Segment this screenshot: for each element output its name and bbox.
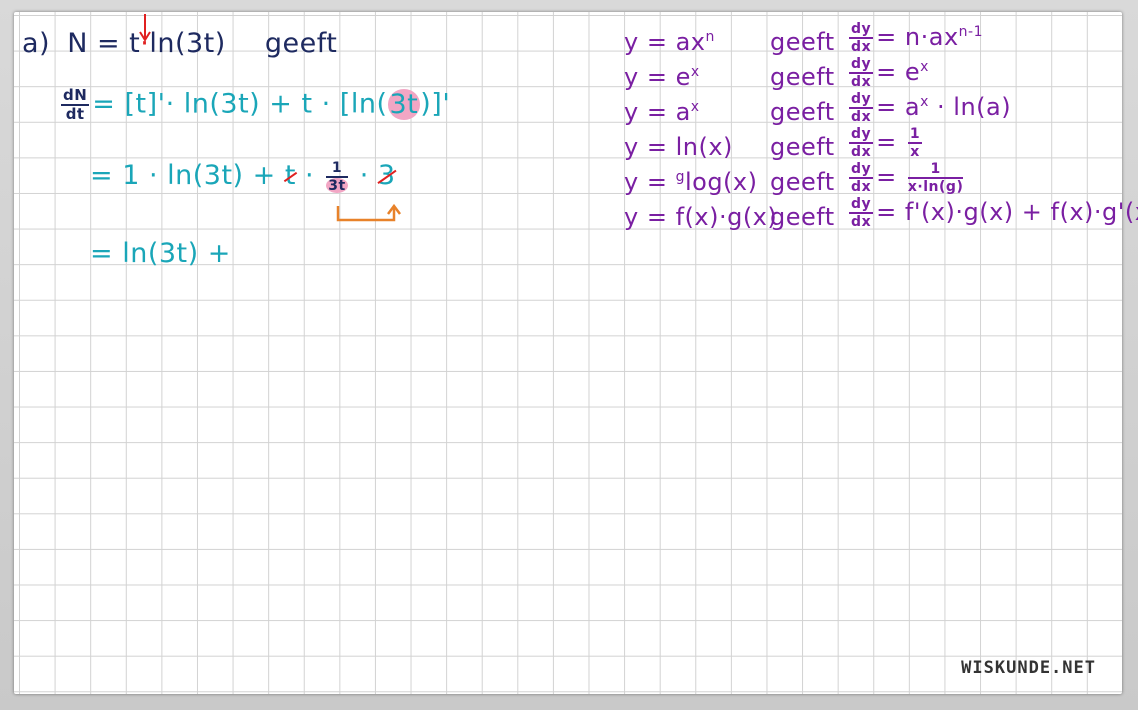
result-denominator: x·ln(g) — [907, 179, 964, 195]
dx-denominator: dx — [851, 214, 872, 230]
derivative-rhs-1: = [t]'· ln(3t) + t · [ln( — [92, 88, 388, 120]
one-over-3t-fraction: 1 3t — [326, 161, 348, 194]
rule-result-tail: · ln(a) — [928, 93, 1012, 121]
rule-geeft: geeft — [770, 28, 835, 56]
chain-highlight: 3t — [387, 88, 421, 120]
cancelled-3: 3 — [377, 160, 396, 191]
geeft-label: geeft — [264, 28, 338, 59]
rule-derivative: dy dx = ax · ln(a) — [846, 92, 1011, 124]
result-numerator: 1 — [907, 162, 964, 179]
rule-result-fraction: 1x — [907, 126, 923, 160]
dy-dx-fraction: dy dx — [849, 196, 874, 230]
rule-function-exponent: n — [705, 29, 715, 45]
step-2-part-2: · — [295, 160, 324, 191]
rule-function-prefix: y = — [624, 168, 676, 196]
result-denominator: x — [910, 144, 920, 160]
rule-function-text: y = ax — [624, 28, 706, 56]
rule-function-exponent: x — [690, 99, 700, 115]
result-numerator: 1 — [907, 126, 923, 144]
rule-function-text: y = f(x)·g(x) — [624, 203, 778, 231]
rule-derivative: dy dx = 1x — [846, 127, 925, 159]
step-2-part-1: = 1 · ln(3t) + — [90, 160, 285, 191]
n-definition-suffix: ln(3t) — [149, 28, 226, 59]
rule-function: y = axn — [624, 28, 715, 56]
rule-result-exponent: x — [920, 59, 929, 75]
rule-geeft: geeft — [770, 63, 835, 91]
dx-denominator: dx — [851, 179, 872, 195]
rule-result: = n·ax — [876, 23, 959, 51]
dx-denominator: dx — [851, 74, 872, 90]
step-2-part-3: · — [350, 160, 378, 191]
rule-geeft: geeft — [770, 98, 835, 126]
rule-function: y = ax — [624, 98, 700, 126]
orange-cancel-arrow-icon — [336, 203, 401, 222]
exercise-a-line: a) N = t·ln(3t) geeft — [22, 28, 337, 59]
dx-denominator: dx — [851, 39, 872, 55]
dy-dx-fraction: dy dx — [849, 91, 874, 125]
rule-result-fraction: 1 x·ln(g) — [907, 162, 964, 195]
dy-numerator: dy — [849, 161, 874, 179]
watermark-logo: WISKUNDE.NET — [961, 658, 1096, 678]
video-frame: a) N = t·ln(3t) geeft dN dt = [t]'· ln(3… — [0, 0, 1138, 710]
dy-dx-fraction: dy dx — [849, 56, 874, 90]
step-3-text: = ln(3t) + — [90, 238, 231, 269]
grid-paper: a) N = t·ln(3t) geeft dN dt = [t]'· ln(3… — [14, 12, 1138, 694]
rule-result-exponent: n-1 — [958, 24, 983, 40]
dy-numerator: dy — [849, 196, 874, 214]
derivative-line: dN dt = [t]'· ln(3t) + t · [ln(3t)]' — [58, 88, 450, 122]
cancelled-t: t — [284, 160, 296, 191]
rule-function: y = glog(x) — [624, 168, 757, 196]
dy-dx-fraction: dy dx — [849, 161, 874, 195]
dy-dx-fraction: dy dx — [849, 21, 874, 55]
rule-result: = — [876, 163, 905, 191]
n-definition-prefix: N = t — [67, 28, 141, 59]
log-base-superscript: g — [675, 169, 685, 185]
dt-denominator: dt — [65, 105, 85, 123]
dx-denominator: dx — [851, 144, 872, 160]
step-2-line: = 1 · ln(3t) + t · 1 3t · 3 — [90, 160, 396, 193]
rule-derivative: dy dx = ex — [846, 57, 929, 89]
dx-denominator: dx — [851, 109, 872, 125]
dy-dx-fraction: dy dx — [849, 126, 874, 160]
rule-function-text: y = e — [624, 63, 691, 91]
rule-result-exponent: x — [920, 94, 929, 110]
dy-numerator: dy — [849, 91, 874, 109]
dn-numerator: dN — [61, 86, 90, 106]
rule-function-text: y = ln(x) — [624, 133, 733, 161]
dy-numerator: dy — [849, 56, 874, 74]
rule-function: y = ex — [624, 63, 700, 91]
fraction-denominator: 3t — [326, 177, 348, 194]
red-arrow-icon — [139, 14, 151, 42]
rule-geeft: geeft — [770, 168, 835, 196]
dn-dt-fraction: dN dt — [61, 86, 90, 123]
rule-function-text: y = a — [624, 98, 691, 126]
dy-numerator: dy — [849, 126, 874, 144]
rule-function-exponent: x — [690, 64, 700, 80]
rule-geeft: geeft — [770, 203, 835, 231]
rule-derivative: dy dx = 1 x·ln(g) — [846, 162, 966, 194]
rule-derivative: dy dx = f'(x)·g(x) + f(x)·g'(x) — [846, 197, 1138, 229]
rule-result: = e — [876, 58, 921, 86]
fraction-numerator: 1 — [326, 161, 348, 178]
exercise-label: a) — [22, 28, 51, 59]
dy-numerator: dy — [849, 21, 874, 39]
rule-result: = f'(x)·g(x) + f(x)·g'(x) — [876, 198, 1138, 226]
derivative-rhs-2: )]' — [420, 88, 451, 120]
rule-function: y = f(x)·g(x) — [624, 203, 777, 231]
rule-geeft: geeft — [770, 133, 835, 161]
rule-derivative: dy dx = n·axn-1 — [846, 22, 983, 54]
rule-function-text: log(x) — [684, 168, 758, 196]
rule-result: = a — [876, 93, 921, 121]
rule-result: = — [876, 128, 905, 156]
rule-function: y = ln(x) — [624, 133, 733, 161]
step-3-line: = ln(3t) + — [90, 238, 231, 269]
